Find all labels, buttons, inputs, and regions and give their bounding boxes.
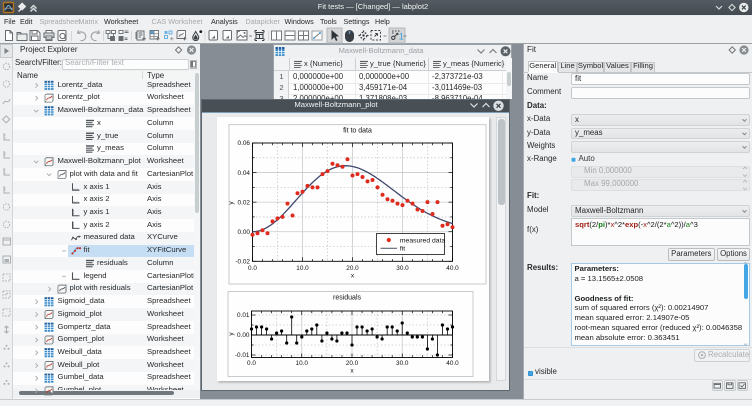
svg-text:-0.02: -0.02 bbox=[235, 259, 250, 266]
svg-text:0.02: 0.02 bbox=[238, 199, 251, 206]
svg-text:0.06: 0.06 bbox=[238, 140, 251, 147]
svg-text:measured data: measured data bbox=[400, 237, 446, 244]
svg-text:0.01: 0.01 bbox=[237, 312, 250, 319]
svg-text:-0.01: -0.01 bbox=[235, 352, 250, 359]
svg-text:10.0: 10.0 bbox=[296, 360, 309, 367]
svg-text:10.0: 10.0 bbox=[296, 265, 309, 272]
svg-text:residuals: residuals bbox=[333, 295, 362, 302]
svg-text:40.0: 40.0 bbox=[446, 360, 459, 367]
svg-text:0.00: 0.00 bbox=[238, 229, 251, 236]
svg-text:fit: fit bbox=[400, 246, 405, 253]
svg-text:30.0: 30.0 bbox=[396, 360, 409, 367]
svg-text:0.00: 0.00 bbox=[237, 332, 250, 339]
svg-text:20.0: 20.0 bbox=[346, 360, 359, 367]
svg-text:20.0: 20.0 bbox=[346, 265, 359, 272]
svg-text:1: 1 bbox=[399, 32, 404, 42]
svg-text:0.04: 0.04 bbox=[238, 170, 251, 177]
svg-text:fit to data: fit to data bbox=[343, 127, 372, 134]
svg-text:40.0: 40.0 bbox=[446, 265, 459, 272]
svg-text:30.0: 30.0 bbox=[396, 265, 409, 272]
svg-text:0.0: 0.0 bbox=[248, 265, 257, 272]
svg-text:0.0: 0.0 bbox=[247, 360, 256, 367]
